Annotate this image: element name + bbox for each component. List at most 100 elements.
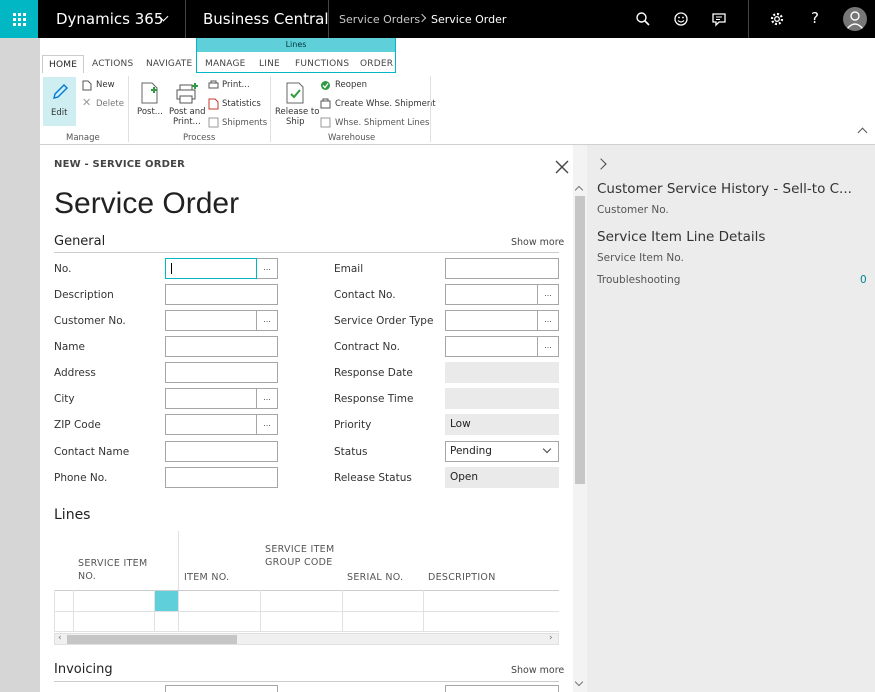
column-service-item-group-code[interactable]: SERVICE ITEM GROUP CODE (265, 543, 340, 569)
pencil-icon (53, 84, 68, 99)
field-label-zip-code: ZIP Code (54, 419, 101, 431)
factbox-troubleshooting-value[interactable]: 0 (860, 274, 867, 286)
page-title: Service Order (54, 187, 240, 220)
new-button[interactable]: New (96, 80, 115, 90)
status-select[interactable]: Pending (445, 441, 559, 462)
city-lookup-button[interactable]: ... (257, 388, 278, 409)
page-caption: NEW - SERVICE ORDER (54, 159, 186, 170)
lines-horizontal-scrollbar[interactable] (54, 633, 559, 645)
field-label-name: Name (54, 341, 85, 353)
zip-code-input[interactable] (165, 414, 257, 435)
tab-functions[interactable]: FUNCTIONS (295, 59, 349, 69)
factbox-troubleshooting-label: Troubleshooting (597, 274, 681, 286)
create-warehouse-shipment-icon (320, 98, 331, 109)
customer-no-input[interactable] (165, 310, 257, 331)
ribbon: Lines HOME ACTIONS NAVIGATE MANAGE LINE … (40, 38, 875, 145)
customer-no-lookup-button[interactable]: ... (257, 310, 278, 331)
address-input[interactable] (165, 362, 278, 383)
search-icon[interactable] (635, 11, 651, 27)
service-order-type-input[interactable] (445, 310, 538, 331)
release-to-ship-line1[interactable]: Release to (275, 107, 319, 117)
tab-manage[interactable]: MANAGE (205, 59, 246, 69)
reopen-button[interactable]: Reopen (335, 80, 367, 90)
response-date-value (445, 362, 559, 383)
notifications-icon[interactable] (711, 11, 727, 27)
line-selected-cell[interactable] (155, 591, 178, 611)
app-title[interactable]: Business Central (203, 10, 329, 28)
phone-no-input[interactable] (165, 467, 278, 488)
avatar[interactable] (843, 7, 867, 31)
contact-no-input[interactable] (445, 284, 538, 305)
breadcrumb-service-orders[interactable]: Service Orders (339, 13, 420, 26)
create-whse-shipment-button[interactable]: Create Whse. Shipment (335, 99, 436, 109)
statistics-icon (208, 98, 219, 110)
contact-no-lookup-button[interactable]: ... (538, 284, 559, 305)
invoicing-partial-field (445, 685, 559, 692)
brand-name[interactable]: Dynamics 365 (56, 10, 163, 28)
service-order-type-lookup-button[interactable]: ... (538, 310, 559, 331)
lines-heading[interactable]: Lines (54, 507, 90, 523)
column-description[interactable]: DESCRIPTION (428, 571, 528, 584)
tab-order[interactable]: ORDER (360, 59, 393, 69)
general-heading[interactable]: General (54, 234, 105, 249)
statistics-button[interactable]: Statistics (222, 99, 261, 109)
invoicing-heading[interactable]: Invoicing (54, 662, 113, 677)
general-show-more[interactable]: Show more (511, 237, 564, 248)
tab-navigate[interactable]: NAVIGATE (146, 59, 192, 69)
field-label-customer-no: Customer No. (54, 315, 126, 327)
delete-button[interactable]: Delete (96, 99, 124, 109)
no-input[interactable] (165, 258, 257, 279)
column-serial-no[interactable]: SERIAL NO. (347, 571, 422, 584)
scroll-right-icon[interactable]: › (549, 633, 553, 643)
description-input[interactable] (165, 284, 278, 305)
scroll-left-icon[interactable]: ‹ (58, 633, 62, 643)
contract-no-input[interactable] (445, 336, 538, 357)
response-time-value (445, 388, 559, 409)
zip-code-lookup-button[interactable]: ... (257, 414, 278, 435)
tab-home[interactable]: HOME (42, 55, 85, 73)
collapse-factbox-icon[interactable] (595, 158, 607, 170)
scroll-up-icon[interactable] (574, 185, 584, 195)
help-icon[interactable]: ? (811, 9, 819, 27)
scroll-down-icon[interactable] (574, 677, 584, 687)
smiley-icon[interactable] (673, 11, 689, 27)
name-input[interactable] (165, 336, 278, 357)
gear-icon[interactable] (769, 11, 785, 27)
post-and-print-line1[interactable]: Post and (169, 107, 205, 117)
close-icon[interactable] (554, 159, 570, 175)
no-lookup-button[interactable]: ... (257, 258, 278, 279)
group-warehouse-label: Warehouse (328, 133, 376, 143)
shipments-button[interactable]: Shipments (222, 118, 267, 128)
invoicing-show-more[interactable]: Show more (511, 665, 564, 676)
release-to-ship-line2[interactable]: Ship (286, 117, 305, 127)
reopen-icon (321, 81, 330, 90)
release-status-value: Open (445, 467, 559, 488)
edit-button[interactable]: Edit (43, 77, 76, 126)
whse-shipment-lines-button[interactable]: Whse. Shipment Lines (335, 118, 429, 128)
column-service-item-no[interactable]: SERVICE ITEM NO. (78, 557, 158, 583)
contract-no-lookup-button[interactable]: ... (538, 336, 559, 357)
post-and-print-line2[interactable]: Print... (173, 117, 201, 127)
factbox-service-item-line-title[interactable]: Service Item Line Details (597, 229, 765, 245)
card-vertical-scrollbar[interactable] (573, 145, 587, 692)
column-item-no[interactable]: ITEM NO. (184, 571, 254, 584)
post-and-print-icon (176, 83, 198, 104)
vertical-scroll-thumb[interactable] (575, 196, 585, 484)
city-input[interactable] (165, 388, 257, 409)
contact-name-input[interactable] (165, 441, 278, 462)
field-label-no: No. (54, 263, 72, 275)
print-button[interactable]: Print... (222, 80, 250, 90)
field-label-email: Email (334, 263, 364, 275)
table-row[interactable] (74, 591, 154, 611)
app-launcher-button[interactable] (0, 0, 38, 38)
email-input[interactable] (445, 258, 559, 279)
field-label-phone-no: Phone No. (54, 472, 108, 484)
factbox-customer-history-title[interactable]: Customer Service History - Sell-to C... (597, 181, 852, 197)
field-label-release-status: Release Status (334, 472, 412, 484)
tab-line[interactable]: LINE (259, 59, 280, 69)
post-button[interactable]: Post... (137, 107, 163, 117)
tab-actions[interactable]: ACTIONS (92, 59, 133, 69)
collapse-ribbon-icon[interactable] (857, 127, 868, 138)
shipments-icon (208, 117, 219, 128)
horizontal-scroll-thumb[interactable] (67, 635, 237, 644)
